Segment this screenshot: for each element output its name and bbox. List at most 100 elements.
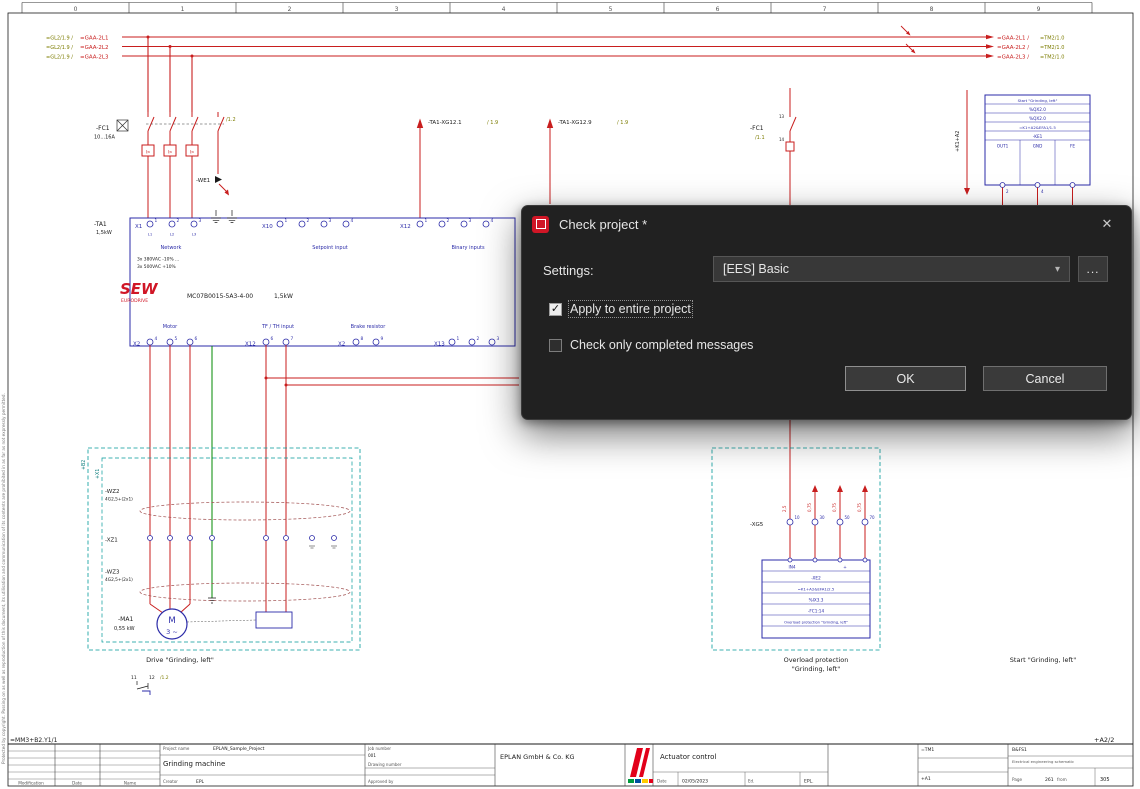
ruler: 0 1 2 3 4 5 6 7 8 9 [21,2,1093,13]
motor-phase: 3 ~ [166,628,178,636]
box-row: =K1+A2&EFA1/2.5 [798,587,835,592]
dialog-titlebar[interactable]: Check project * ✕ [522,206,1131,242]
wire-gauge: 0,75 [807,503,812,512]
field-label: Approved by [368,779,394,784]
terminal-number: 2 [307,218,310,224]
motor-power: 0,55 kW [114,626,135,632]
terminal-number: 5 [175,336,178,342]
box-row: =K1+A2&EFA1/1.5 [1019,125,1056,130]
field-label: Date [657,779,667,784]
terminal-number: 50 [845,515,851,520]
chevron-down-icon[interactable]: ▾ [1048,264,1067,275]
terminal-strip: X2 [338,342,345,348]
ruler-number: 7 [823,6,827,13]
cross-ref-bottom-right: +A2/2 [1094,736,1114,744]
model-power: 1,5kW [274,293,293,300]
model-number: MC07B0015-5A3-4-00 [187,293,253,300]
rail-label: =GAA-2L3 [80,54,109,60]
breaker-name: -FC1 [750,125,764,132]
section-label: Brake resistor [351,324,387,330]
section-label: Binary inputs [451,245,485,251]
trip-symbol: I> [168,150,173,155]
trip-symbol: I> [190,150,195,155]
terminal-number: 1 [285,218,288,224]
rail-source-ref: =GL2/1.9 / [46,35,73,41]
check-only-completed-row[interactable]: Check only completed messages [549,338,753,352]
checkbox-apply-entire-project[interactable]: ✓ [549,302,562,316]
section-label: Network [161,245,182,251]
box-col: GND [1033,144,1043,149]
terminal-number: 9 [381,336,384,342]
rail-label: =GAA-2L2 / [997,45,1029,51]
we1-label: -WE1 [196,178,210,184]
box-row: -XE2 [811,576,821,581]
wire-gauge: 0,75 [832,503,837,512]
terminal-number: 30 [820,515,826,520]
ruler-number: 2 [288,6,292,13]
date-value: 02/05/2023 [682,779,708,785]
structure-tm: =TM1 [921,747,934,753]
doc-subtitle: Electrical engineering schematic [1012,759,1074,764]
cable-tag: -WZ3 [105,570,120,576]
ruler-number: 4 [502,6,506,13]
box-row: %IX3.3 [809,598,824,603]
wire-gauge: 0,75 [857,503,862,512]
terminal-sub: L1 [148,232,153,237]
breaker-range: 10...16A [94,135,115,141]
terminal-number: 2 [477,336,480,342]
checkbox-check-only-completed[interactable] [549,338,562,352]
rail-dest-ref: =TM2/1.0 [1040,35,1064,41]
device-power: 1,5kW [96,230,112,236]
plc-io: IN4 [788,565,795,570]
ruler-number: 8 [930,6,934,13]
structure-a1: +A1 [921,776,931,782]
browse-button[interactable]: ... [1078,256,1108,282]
function-caption: Start "Grinding, left" [1010,656,1076,664]
motor-symbol: M [168,616,175,626]
terminal-strip: X10 [262,224,273,230]
terminal-number: 1 [457,336,460,342]
rail-label: =GAA-2L1 / [997,35,1029,41]
terminal-number: 3 [497,336,500,342]
check-project-dialog: Check project * ✕ Settings: [EES] Basic … [521,205,1132,420]
connector-ref: -TA1-XG12.9 [558,120,592,126]
dialog-title: Check project * [559,216,648,232]
terminal-strip: X12 [245,342,256,348]
motor-tag: -MA1 [118,616,133,623]
field-label: Name [124,781,137,786]
terminal-number: 1 [155,218,158,224]
box-col: OUT1 [997,144,1009,149]
terminal-strip: X2 [133,342,140,348]
field-label: Modification [18,781,44,786]
terminal-strip-tag: -XG5 [750,522,764,528]
ruler-number: 3 [395,6,399,13]
ruler-number: 5 [609,6,613,13]
rail-dest-ref: =TM2/1.0 [1040,54,1064,60]
terminal-number: 3 [199,218,202,224]
cable-type: 4G2,5+(2x1) [105,577,133,583]
apply-entire-project-row[interactable]: ✓ Apply to entire project [549,300,693,318]
terminal-number: 4 [351,218,354,224]
terminal-strip: X1 [135,224,142,230]
field-label: Drawing number [368,762,402,767]
rail-source-ref: =GL2/1.9 / [46,45,73,51]
location-label: +X1 [95,469,101,479]
check-icon: ✓ [550,302,561,315]
settings-select[interactable]: [EES] Basic ▾ [713,256,1070,282]
close-icon[interactable]: ✕ [1093,216,1121,232]
machine-name: Grinding machine [163,760,225,768]
terminal-number: 3 [469,218,472,224]
terminal-number: 6 [195,336,198,342]
connector-page-ref: / 1.9 [487,120,498,126]
ok-button[interactable]: OK [845,366,966,391]
cancel-button[interactable]: Cancel [983,366,1107,391]
cable-type: 4G2,5+(2x1) [105,497,133,503]
section-label: TF / TH input [261,324,294,330]
section-label: Setpoint input [312,245,347,251]
contact-number: 12 [149,675,155,681]
rail-source-ref: =GL2/1.9 / [46,54,73,60]
location-label: +K1+A2 [955,131,961,152]
aux-cross-ref: /1.2 [226,117,236,123]
trip-symbol: I> [146,150,151,155]
terminal-number: 3 [329,218,332,224]
